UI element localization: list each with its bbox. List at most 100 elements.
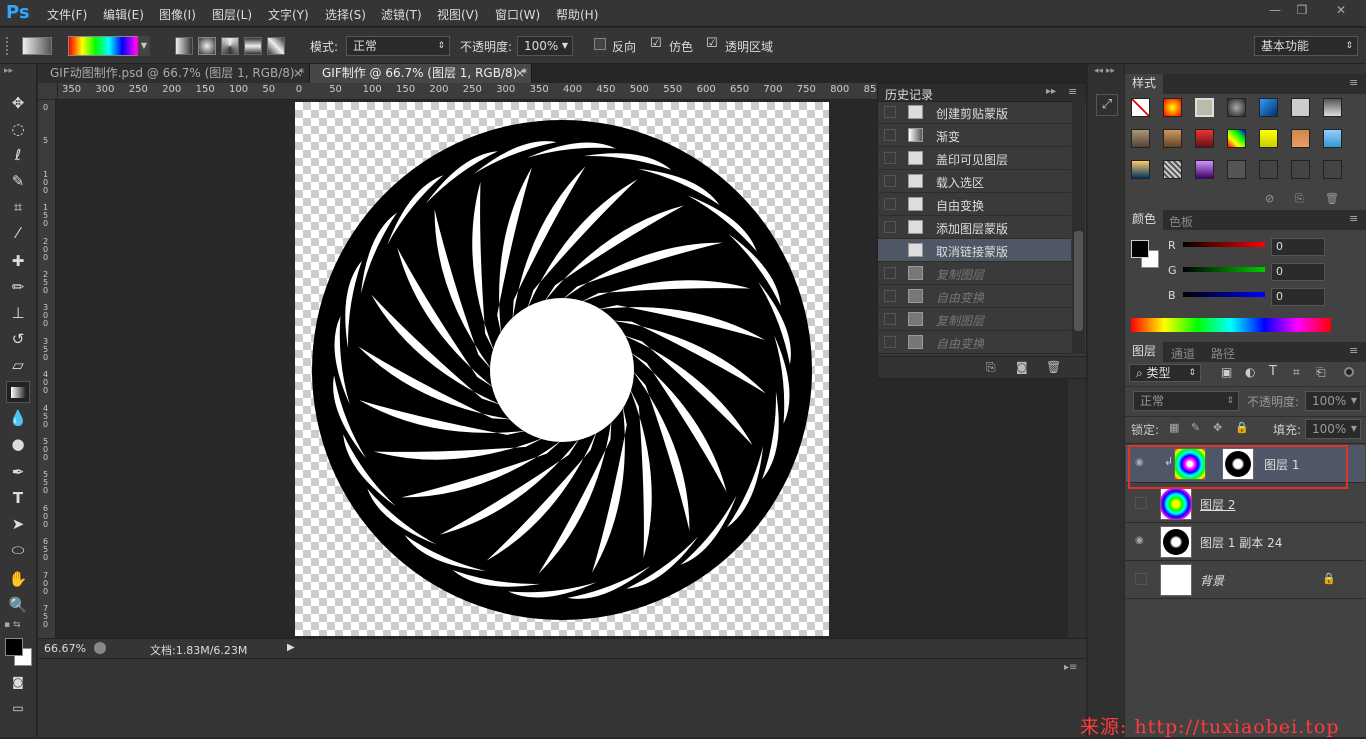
reverse-checkbox[interactable]: [594, 38, 606, 53]
layer-opacity-input[interactable]: 100% ▼: [1305, 391, 1361, 411]
close-button[interactable]: ✕: [1328, 3, 1354, 19]
style-swatch[interactable]: [1195, 129, 1214, 148]
visibility-toggle[interactable]: [1135, 497, 1147, 509]
tab-color[interactable]: 颜色: [1125, 210, 1163, 230]
menu-select[interactable]: 选择(S): [325, 6, 366, 23]
visibility-eye-icon[interactable]: ◉: [1135, 535, 1149, 547]
eraser-tool-icon[interactable]: ▱: [6, 354, 30, 376]
style-swatch[interactable]: [1291, 160, 1310, 179]
lasso-tool-icon[interactable]: ℓ: [6, 144, 30, 166]
crop-tool-icon[interactable]: ⌗: [6, 196, 30, 218]
expand-icon[interactable]: ▸▸: [1046, 86, 1056, 97]
gradient-tool-preset-icon[interactable]: [22, 37, 52, 55]
foreground-color-swatch[interactable]: [5, 638, 23, 656]
tab-gif-psd[interactable]: GIF动图制作.psd @ 66.7% (图层 1, RGB/8) * ×: [38, 64, 310, 83]
move-tool-icon[interactable]: ✥: [6, 92, 30, 114]
color-spectrum[interactable]: [1131, 318, 1331, 332]
layer-row-layer2[interactable]: 图层 2: [1126, 485, 1365, 523]
menu-view[interactable]: 视图(V): [437, 6, 479, 23]
history-dock-icon[interactable]: ⤢: [1096, 94, 1118, 116]
type-tool-icon[interactable]: T: [6, 487, 30, 509]
layer-filter-select[interactable]: ⌕ 类型 ⇕: [1129, 364, 1201, 382]
zoom-level[interactable]: 66.67%: [44, 642, 86, 655]
path-select-tool-icon[interactable]: ➤: [6, 513, 30, 535]
menu-window[interactable]: 窗口(W): [495, 6, 540, 23]
style-swatch[interactable]: [1291, 98, 1310, 117]
layer-name[interactable]: 背景: [1200, 572, 1224, 589]
grip-handle[interactable]: [6, 37, 14, 55]
history-snapshot-checkbox[interactable]: [884, 152, 896, 164]
status-menu-arrow-icon[interactable]: ▶: [287, 642, 295, 653]
menu-help[interactable]: 帮助(H): [556, 6, 598, 23]
history-item[interactable]: 自由变换: [878, 331, 1071, 354]
layer-name[interactable]: 图层 1 副本 24: [1200, 534, 1282, 551]
b-slider[interactable]: [1183, 292, 1265, 297]
layer-row-background[interactable]: 背景 🔒: [1126, 561, 1365, 599]
lock-all-icon[interactable]: 🔒: [1235, 421, 1249, 434]
history-item[interactable]: 创建剪贴蒙版: [878, 101, 1071, 124]
status-info-icon[interactable]: [94, 642, 106, 654]
menu-filter[interactable]: 滤镜(T): [381, 6, 422, 23]
history-snapshot-checkbox[interactable]: [884, 198, 896, 210]
filter-smart-icon[interactable]: ⎗: [1316, 365, 1326, 380]
style-swatch[interactable]: [1227, 129, 1246, 148]
history-snapshot-checkbox[interactable]: [884, 106, 896, 118]
trash-icon[interactable]: 🗑: [1325, 192, 1339, 205]
style-swatch[interactable]: [1323, 129, 1342, 148]
history-snapshot-checkbox[interactable]: [884, 221, 896, 233]
style-swatch[interactable]: [1163, 98, 1182, 117]
lock-transparent-icon[interactable]: ▦: [1169, 421, 1179, 434]
history-scrollbar[interactable]: [1072, 101, 1085, 354]
history-snapshot-checkbox[interactable]: [884, 336, 896, 348]
style-swatch[interactable]: [1227, 160, 1246, 179]
style-swatch[interactable]: [1291, 129, 1310, 148]
g-slider[interactable]: [1183, 267, 1265, 272]
clear-style-icon[interactable]: ⊘: [1265, 192, 1274, 205]
opacity-input[interactable]: 100% ▼: [517, 36, 573, 56]
history-item[interactable]: 自由变换: [878, 285, 1071, 308]
linear-gradient-icon[interactable]: [175, 37, 193, 55]
history-snapshot-checkbox[interactable]: [884, 244, 896, 256]
close-icon[interactable]: ×: [515, 64, 525, 83]
lock-move-icon[interactable]: ✥: [1213, 421, 1222, 434]
r-input[interactable]: 0: [1271, 238, 1325, 256]
reflected-gradient-icon[interactable]: [244, 37, 262, 55]
history-snapshot-checkbox[interactable]: [884, 313, 896, 325]
diamond-gradient-icon[interactable]: [267, 37, 285, 55]
default-colors-icon[interactable]: ▪ ⇆: [4, 620, 21, 630]
history-brush-tool-icon[interactable]: ↺: [6, 328, 30, 350]
pen-tool-icon[interactable]: ✒: [6, 461, 30, 483]
menu-edit[interactable]: 编辑(E): [103, 6, 144, 23]
fill-input[interactable]: 100% ▼: [1305, 419, 1361, 439]
history-item[interactable]: 载入选区: [878, 170, 1071, 193]
screen-mode-icon[interactable]: ▭: [6, 697, 30, 719]
visibility-toggle[interactable]: [1135, 573, 1147, 585]
history-item[interactable]: 取消链接蒙版: [878, 239, 1071, 262]
ellipse-tool-icon[interactable]: ⬭: [6, 539, 30, 561]
hand-tool-icon[interactable]: ✋: [6, 568, 30, 590]
style-swatch[interactable]: [1163, 129, 1182, 148]
panel-menu-icon[interactable]: ≡: [1068, 85, 1077, 98]
tab-styles[interactable]: 样式: [1125, 74, 1163, 94]
tab-paths[interactable]: 路径: [1211, 345, 1235, 362]
blend-mode-select[interactable]: 正常 ⇕: [1133, 391, 1239, 411]
dodge-tool-icon[interactable]: ●: [6, 433, 30, 455]
dither-checkbox[interactable]: ☑: [650, 36, 662, 51]
filter-type-icon[interactable]: T: [1269, 364, 1277, 379]
filter-pixel-icon[interactable]: ▣: [1221, 365, 1232, 379]
trash-icon[interactable]: 🗑: [1046, 360, 1061, 374]
style-swatch[interactable]: [1195, 160, 1214, 179]
style-swatch[interactable]: [1131, 129, 1150, 148]
history-snapshot-checkbox[interactable]: [884, 290, 896, 302]
close-icon[interactable]: ×: [293, 64, 303, 83]
filter-toggle[interactable]: [1344, 367, 1354, 377]
panel-menu-icon[interactable]: ≡: [1349, 212, 1358, 225]
document-canvas[interactable]: [295, 102, 829, 636]
lock-paint-icon[interactable]: ✎: [1191, 421, 1200, 434]
minimize-button[interactable]: —: [1262, 3, 1288, 19]
healing-brush-tool-icon[interactable]: ✚: [6, 250, 30, 272]
tab-gif-active[interactable]: GIF制作 @ 66.7% (图层 1, RGB/8) * ×: [310, 64, 532, 83]
style-swatch[interactable]: [1323, 98, 1342, 117]
style-swatch[interactable]: [1227, 98, 1246, 117]
style-swatch[interactable]: [1323, 160, 1342, 179]
